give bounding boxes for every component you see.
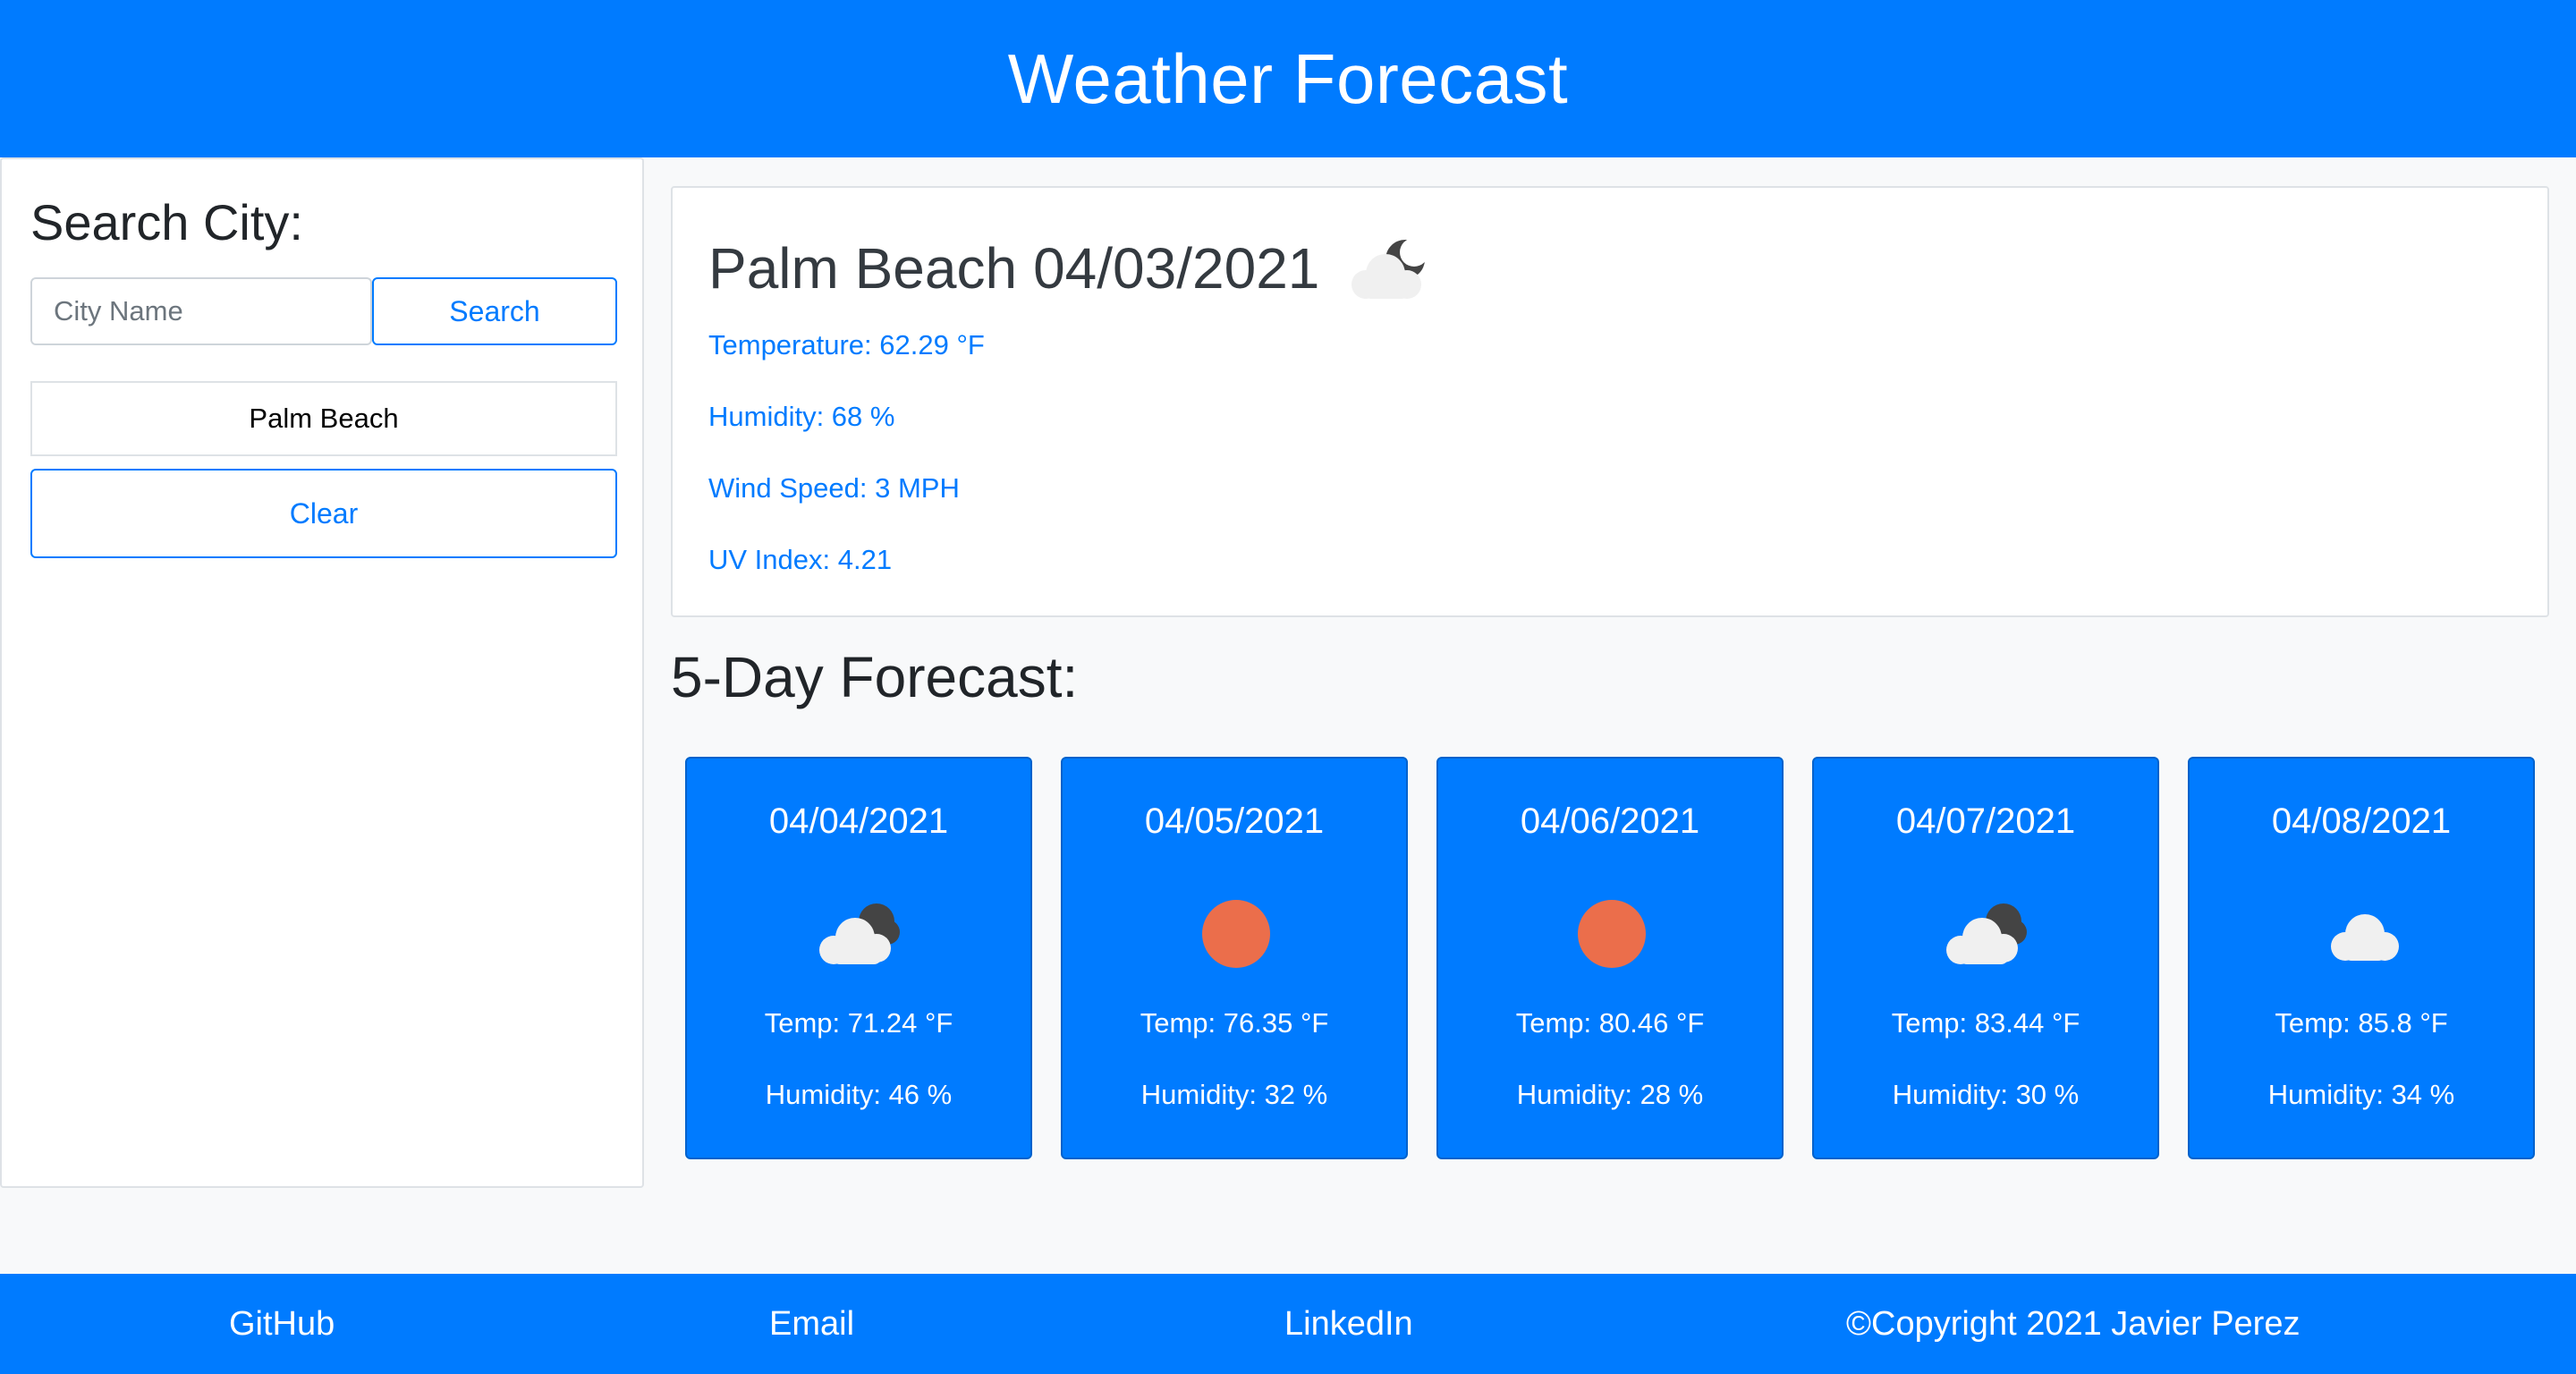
current-date: 04/03/2021 [1033, 236, 1320, 301]
forecast-card-day-3: 04/06/2021 Temp: 80.46 °F Humidity: 28 % [1436, 757, 1784, 1159]
current-weather-card: Palm Beach 04/03/2021 Temperature: 62.29… [671, 186, 2549, 617]
forecast-card-day-2: 04/05/2021 Temp: 76.35 °F Humidity: 32 % [1061, 757, 1408, 1159]
cloud-moon-icon [807, 893, 914, 973]
forecast-humidity: Humidity: 46 % [765, 1079, 953, 1110]
forecast-card-day-4: 04/07/2021 Temp: 83.44 °F Humidity: 30 % [1812, 757, 2159, 1159]
city-search-input[interactable] [30, 277, 372, 345]
forecast-temp: Temp: 76.35 °F [1140, 1007, 1329, 1039]
forecast-date: 04/04/2021 [768, 802, 949, 841]
forecast-temp: Temp: 80.46 °F [1515, 1007, 1705, 1039]
linkedin-link[interactable]: LinkedIn [1284, 1274, 1413, 1374]
search-sidebar: Search City: Search Palm Beach Clear [0, 157, 644, 1188]
forecast-humidity: Humidity: 32 % [1140, 1079, 1328, 1110]
forecast-temp: Temp: 71.24 °F [764, 1007, 953, 1039]
forecast-humidity: Humidity: 28 % [1516, 1079, 1704, 1110]
forecast-date: 04/07/2021 [1895, 802, 2076, 841]
github-link[interactable]: GitHub [229, 1274, 335, 1374]
sun-icon [1558, 893, 1665, 973]
forecast-humidity: Humidity: 34 % [2267, 1079, 2455, 1110]
forecast-date: 04/06/2021 [1520, 802, 1700, 841]
forecast-temp: Temp: 85.8 °F [2275, 1007, 2448, 1039]
cloud-moon-icon [1343, 233, 1436, 304]
forecast-card-day-5: 04/08/2021 Temp: 85.8 °F Humidity: 34 % [2188, 757, 2535, 1159]
copyright-text: ©Copyright 2021 Javier Perez [1846, 1304, 2301, 1343]
search-heading: Search City: [30, 194, 303, 250]
page-title: Weather Forecast [1007, 38, 1569, 118]
current-wind-speed: Wind Speed: 3 MPH [708, 472, 960, 504]
app-header: Weather Forecast [0, 0, 2576, 157]
current-city: Palm Beach [708, 236, 1018, 301]
current-temperature: Temperature: 62.29 °F [708, 329, 985, 360]
email-link[interactable]: Email [769, 1274, 854, 1374]
sun-icon [1182, 893, 1290, 973]
forecast-humidity: Humidity: 30 % [1892, 1079, 2080, 1110]
current-humidity: Humidity: 68 % [708, 401, 895, 432]
current-weather-title: Palm Beach 04/03/2021 [708, 233, 1436, 304]
current-uv-index: UV Index: 4.21 [708, 544, 893, 575]
forecast-heading: 5-Day Forecast: [671, 645, 1079, 709]
forecast-date: 04/05/2021 [1144, 802, 1325, 841]
cloud-icon [2309, 893, 2417, 973]
cloud-moon-icon [1934, 893, 2041, 973]
clear-button[interactable]: Clear [30, 469, 617, 558]
search-button[interactable]: Search [372, 277, 617, 345]
forecast-date: 04/08/2021 [2271, 802, 2452, 841]
history-item-palm-beach[interactable]: Palm Beach [30, 381, 617, 456]
forecast-card-day-1: 04/04/2021 Temp: 71.24 °F Humidity: 46 % [685, 757, 1032, 1159]
forecast-temp: Temp: 83.44 °F [1891, 1007, 2080, 1039]
app-footer: GitHub Email LinkedIn ©Copyright 2021 Ja… [0, 1274, 2576, 1374]
